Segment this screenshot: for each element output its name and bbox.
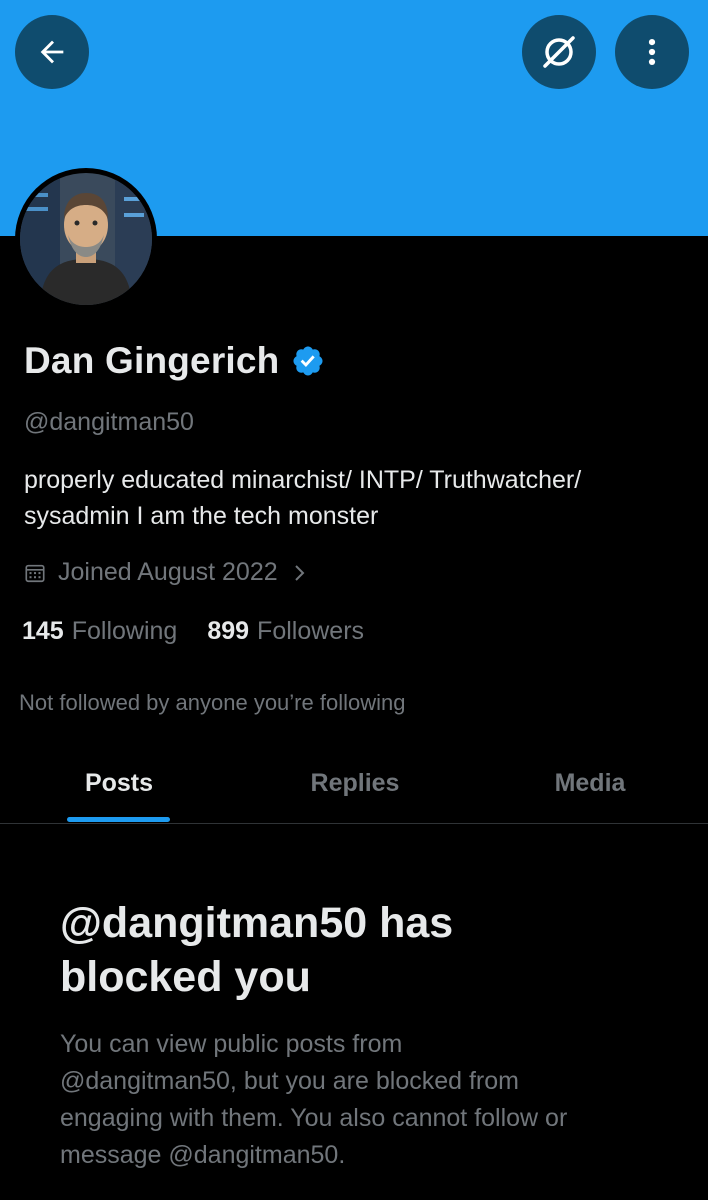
joined-date-row[interactable]: Joined August 2022	[24, 558, 308, 587]
followers-count: 899	[207, 617, 250, 645]
more-options-button[interactable]	[615, 15, 689, 89]
following-link[interactable]: 145 Following	[22, 617, 177, 646]
followers-label: Followers	[257, 617, 365, 645]
verified-badge-icon[interactable]	[291, 344, 325, 378]
following-count: 145	[22, 617, 64, 645]
tab-posts[interactable]: Posts	[24, 742, 214, 824]
bio-line: properly educated minarchist/ INTP/ Trut…	[24, 466, 582, 494]
blocked-desc-line: @dangitman50, but you are blocked from	[60, 1067, 519, 1095]
chevron-right-icon	[294, 564, 305, 581]
profile-bio: properly educated minarchist/ INTP/ Trut…	[24, 462, 694, 534]
arrow-left-icon	[40, 40, 64, 64]
blocked-desc-line: message @dangitman50.	[60, 1141, 346, 1169]
followed-by-note: Not followed by anyone you’re following	[19, 690, 406, 715]
grok-button[interactable]	[522, 15, 596, 89]
profile-tabs: Posts Replies Media	[0, 742, 708, 824]
followers-link[interactable]: 899 Followers	[207, 617, 364, 646]
active-tab-indicator	[67, 817, 170, 822]
name-row: Dan Gingerich	[24, 340, 325, 382]
calendar-icon	[25, 564, 45, 582]
tab-media[interactable]: Media	[495, 742, 685, 824]
profile-page: Dan Gingerich @dangitman50 properly educ…	[0, 0, 708, 1200]
display-name: Dan Gingerich	[24, 340, 280, 381]
tab-replies[interactable]: Replies	[260, 742, 450, 824]
back-button[interactable]	[15, 15, 89, 89]
blocked-title: @dangitman50 has blocked you	[60, 896, 680, 1004]
more-vertical-icon	[648, 38, 656, 66]
bio-line: sysadmin I am the tech monster	[24, 502, 379, 530]
joined-date: Joined August 2022	[58, 558, 278, 586]
blocked-title-line: @dangitman50 has	[60, 899, 454, 947]
blocked-title-line: blocked you	[60, 953, 311, 1001]
avatar-image	[20, 173, 152, 305]
following-label: Following	[71, 617, 178, 645]
follow-stats: 145 Following 899 Followers	[22, 617, 364, 646]
grok-icon	[543, 36, 575, 68]
avatar[interactable]	[15, 168, 157, 310]
profile-handle: @dangitman50	[24, 408, 194, 436]
blocked-desc-line: engaging with them. You also cannot foll…	[60, 1104, 568, 1132]
blocked-description: You can view public posts from @dangitma…	[60, 1026, 670, 1174]
blocked-desc-line: You can view public posts from	[60, 1030, 403, 1058]
